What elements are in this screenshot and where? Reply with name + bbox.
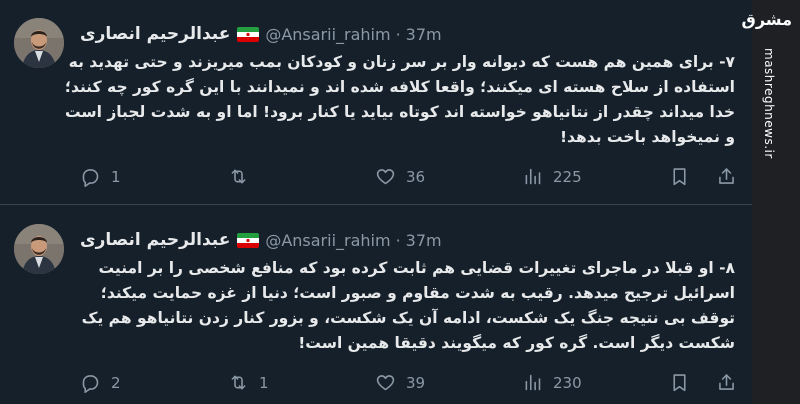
share-icon: [716, 166, 737, 187]
watermark-strip: [752, 0, 800, 404]
views-count: 225: [553, 167, 582, 186]
avatar[interactable]: [14, 18, 64, 68]
avatar[interactable]: [14, 224, 64, 274]
retweet-button[interactable]: [228, 166, 259, 187]
bar-chart-icon: [522, 166, 543, 187]
like-button[interactable]: 36: [375, 166, 425, 187]
tweet-text-line: توقف بی نتیجه جنگ یک شکست، ادامه آن یک ش…: [81, 309, 735, 327]
retweet-count: 1: [259, 373, 269, 392]
bookmark-icon: [669, 372, 690, 393]
like-count: 39: [406, 373, 426, 392]
retweet-icon: [228, 166, 249, 187]
share-icon: [716, 372, 737, 393]
reply-button[interactable]: 2: [80, 372, 121, 393]
share-button[interactable]: [716, 166, 737, 187]
bookmark-icon: [669, 166, 690, 187]
author-name[interactable]: عبدالرحیم انصاری: [80, 24, 230, 44]
tweet-text: ۸- او قبلا در ماجرای تغییرات قضایی هم ثا…: [80, 256, 735, 356]
tweet-feed: عبدالرحیم انصاری @Ansarii_rahim · 37m ۷-…: [0, 0, 752, 404]
author-name[interactable]: عبدالرحیم انصاری: [80, 230, 230, 250]
bookmark-button[interactable]: [669, 372, 690, 393]
bar-chart-icon: [522, 372, 543, 393]
heart-icon: [375, 372, 396, 393]
views-button[interactable]: 225: [522, 166, 582, 187]
tweet-text-line: و نمیخواهد باخت بدهد!: [559, 128, 735, 146]
tweet-actions: 1 36 225: [80, 166, 740, 190]
author-handle[interactable]: @Ansarii_rahim: [265, 25, 390, 44]
separator-dot: ·: [395, 24, 401, 44]
tweet-text-line: خدا میداند چقدر از نتانیاهو خواسته اند ک…: [64, 103, 735, 121]
tweet-divider: [0, 204, 752, 205]
share-button[interactable]: [716, 372, 737, 393]
retweet-icon: [228, 372, 249, 393]
bookmark-button[interactable]: [669, 166, 690, 187]
like-count: 36: [406, 167, 426, 186]
timestamp[interactable]: 37m: [406, 231, 442, 250]
reply-icon: [80, 372, 101, 393]
tweet[interactable]: عبدالرحیم انصاری @Ansarii_rahim · 37m ۸-…: [0, 206, 752, 404]
watermark-url: mashreghnews.ir: [762, 48, 776, 159]
views-button[interactable]: 230: [522, 372, 582, 393]
timestamp[interactable]: 37m: [406, 25, 442, 44]
heart-icon: [375, 166, 396, 187]
retweet-button[interactable]: 1: [228, 372, 269, 393]
watermark-logo: مشرق: [741, 10, 792, 29]
iran-flag-icon: [237, 26, 260, 42]
tweet-header: عبدالرحیم انصاری @Ansarii_rahim · 37m: [80, 22, 442, 46]
tweet-actions: 2 1 39 230: [80, 372, 740, 396]
tweet-header: عبدالرحیم انصاری @Ansarii_rahim · 37m: [80, 228, 442, 252]
reply-button[interactable]: 1: [80, 166, 121, 187]
views-count: 230: [553, 373, 582, 392]
author-handle[interactable]: @Ansarii_rahim: [265, 231, 390, 250]
tweet-text-line: ۸- او قبلا در ماجرای تغییرات قضایی هم ثا…: [98, 259, 735, 277]
iran-flag-icon: [237, 232, 260, 248]
tweet-text-line: استفاده از سلاح هسته ای میکنند؛ واقعا کل…: [64, 78, 735, 96]
reply-count: 2: [111, 373, 121, 392]
reply-icon: [80, 166, 101, 187]
like-button[interactable]: 39: [375, 372, 425, 393]
tweet-text: ۷- برای همین هم هست که دیوانه وار بر سر …: [64, 50, 735, 150]
separator-dot: ·: [395, 230, 401, 250]
tweet-text-line: ۷- برای همین هم هست که دیوانه وار بر سر …: [68, 53, 735, 71]
tweet[interactable]: عبدالرحیم انصاری @Ansarii_rahim · 37m ۷-…: [0, 0, 752, 205]
reply-count: 1: [111, 167, 121, 186]
tweet-text-line: اسرائیل ترجیح میدهد. رقیب به شدت مقاوم و…: [100, 284, 735, 302]
tweet-text-line: شکست دیگر است. گره کور که میگویند دقیقا …: [298, 334, 735, 352]
